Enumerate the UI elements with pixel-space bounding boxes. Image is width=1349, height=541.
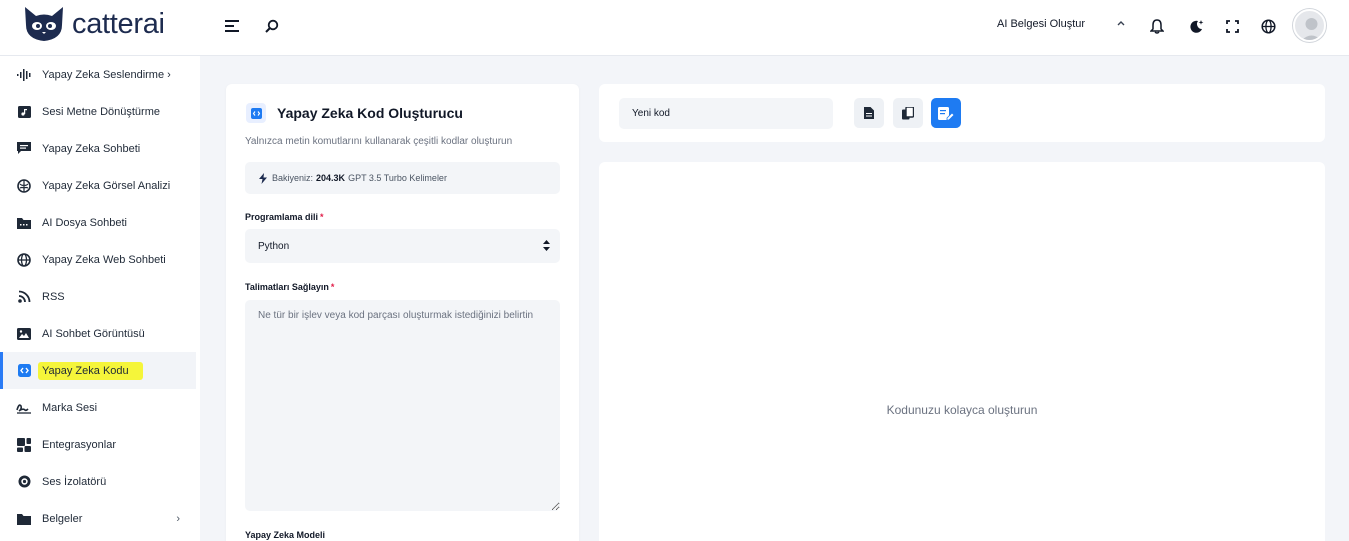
balance-suffix: GPT 3.5 Turbo Kelimeler [348,173,447,183]
sidebar-item-chat-image[interactable]: AI Sohbet Görüntüsü [0,315,196,352]
menu-icon [225,20,239,32]
sidebar-item-label: Yapay Zeka Web Sohbeti [42,253,166,266]
select-arrows-icon [543,240,550,251]
language-select[interactable]: Python [245,229,560,263]
sidebar-item-rss[interactable]: RSS [0,278,196,315]
sidebar-item-label: AI Sohbet Görüntüsü [42,327,145,340]
user-avatar[interactable] [1293,9,1326,42]
cat-logo-icon [25,7,63,41]
instructions-label: Talimatları Sağlayın * [245,282,334,292]
empty-state-message: Kodunuzu kolayca oluşturun [886,403,1038,417]
rss-icon [16,289,32,305]
sidebar-item-documents[interactable]: Belgeler › [0,500,196,537]
sidebar-item-label: Yapay Zeka Kodu [38,361,143,380]
folder-icon [16,215,32,231]
ai-model-label: Yapay Zeka Modeli [245,530,326,540]
image-icon [16,326,32,342]
signature-icon [16,400,32,416]
sidebar-item-speech-to-text[interactable]: Sesi Metne Dönüştürme [0,93,196,130]
sidebar-item-label: Entegrasyonlar [42,438,116,451]
balance-info: Bakiyeniz: 204.3K GPT 3.5 Turbo Kelimele… [245,162,560,194]
brand-name: catterai [72,7,165,40]
language-label: Programlama dili * [245,212,324,222]
balance-value: 204.3K [316,173,346,183]
disc-icon [16,474,32,490]
sidebar-item-voiceover[interactable]: Yapay Zeka Seslendirme › [0,56,196,93]
folder-icon [16,511,32,527]
sidebar-item-vision[interactable]: Yapay Zeka Görsel Analizi [0,167,196,204]
code-name-input[interactable] [619,98,833,129]
code-generator-form: Yapay Zeka Kod Oluşturucu Yalnızca metin… [226,84,579,541]
avatar-placeholder-icon [1302,18,1321,40]
fullscreen-button[interactable] [1222,16,1242,36]
page-title: Yapay Zeka Kod Oluşturucu [277,105,463,121]
theme-toggle-button[interactable] [1186,16,1206,36]
language-button[interactable] [1258,16,1278,36]
edit-document-icon [938,106,954,120]
sidebar-item-label: RSS [42,290,65,303]
search-icon [265,19,279,33]
sidebar-item-integrations[interactable]: Entegrasyonlar [0,426,196,463]
brain-icon [16,178,32,194]
sidebar-item-label: Yapay Zeka Sohbeti [42,142,141,155]
sidebar-item-label: Sesi Metne Dönüştürme [42,105,160,118]
required-mark: * [320,212,324,222]
language-label-text: Programlama dili [245,212,319,222]
widgets-icon [16,437,32,453]
instructions-textarea[interactable] [245,300,560,511]
create-document-button[interactable]: AI Belgesi Oluştur [997,18,1085,30]
notifications-button[interactable] [1147,16,1167,36]
instructions-label-text: Talimatları Sağlayın [245,282,329,292]
code-icon [246,103,266,123]
save-button[interactable] [931,98,961,128]
bell-icon [1150,18,1164,34]
sidebar-item-file-chat[interactable]: AI Dosya Sohbeti [0,204,196,241]
search-button[interactable] [262,16,282,36]
sidebar-item-chat[interactable]: Yapay Zeka Sohbeti [0,130,196,167]
sidebar-item-label: Yapay Zeka Seslendirme [42,68,165,81]
sidebar-item-brand-voice[interactable]: Marka Sesi [0,389,196,426]
code-output-panel: Kodunuzu kolayca oluşturun [599,162,1325,541]
fullscreen-icon [1225,19,1239,33]
document-icon [864,107,874,119]
chat-icon [16,141,32,157]
chevron-up-icon[interactable] [1116,18,1126,31]
brand-logo[interactable]: catterai [22,4,165,44]
top-header: catterai AI Belgesi Oluştur [0,0,1349,56]
music-file-icon [16,104,32,120]
chevron-right-icon: › [167,68,171,81]
menu-toggle-button[interactable] [222,16,242,36]
globe-icon [1260,18,1276,34]
sidebar-item-web-chat[interactable]: Yapay Zeka Web Sohbeti [0,241,196,278]
sidebar-item-label: Marka Sesi [42,401,98,414]
sidebar-item-label: Yapay Zeka Görsel Analizi [42,179,171,192]
code-toolbar [599,84,1325,142]
sidebar-item-label: AI Dosya Sohbeti [42,216,127,229]
sidebar: Yapay Zeka Seslendirme › Sesi Metne Dönü… [0,56,200,541]
required-mark: * [330,282,335,292]
waveform-icon [16,67,32,83]
export-document-button[interactable] [854,98,884,128]
code-icon [16,363,32,379]
lightning-icon [259,172,267,184]
page-subtitle: Yalnızca metin komutlarını kullanarak çe… [245,136,513,147]
chevron-right-icon: › [176,512,180,525]
sidebar-item-ai-code[interactable]: Yapay Zeka Kodu [0,352,196,389]
sidebar-item-label: Belgeler [42,512,83,525]
copy-button[interactable] [893,98,923,128]
language-select-value: Python [258,240,290,252]
copy-icon [902,106,914,119]
sidebar-item-voice-isolator[interactable]: Ses İzolatörü [0,463,196,500]
sidebar-item-label: Ses İzolatörü [42,475,107,488]
balance-prefix: Bakiyeniz: [272,173,314,183]
globe-icon [16,252,32,268]
moon-icon [1189,19,1203,33]
